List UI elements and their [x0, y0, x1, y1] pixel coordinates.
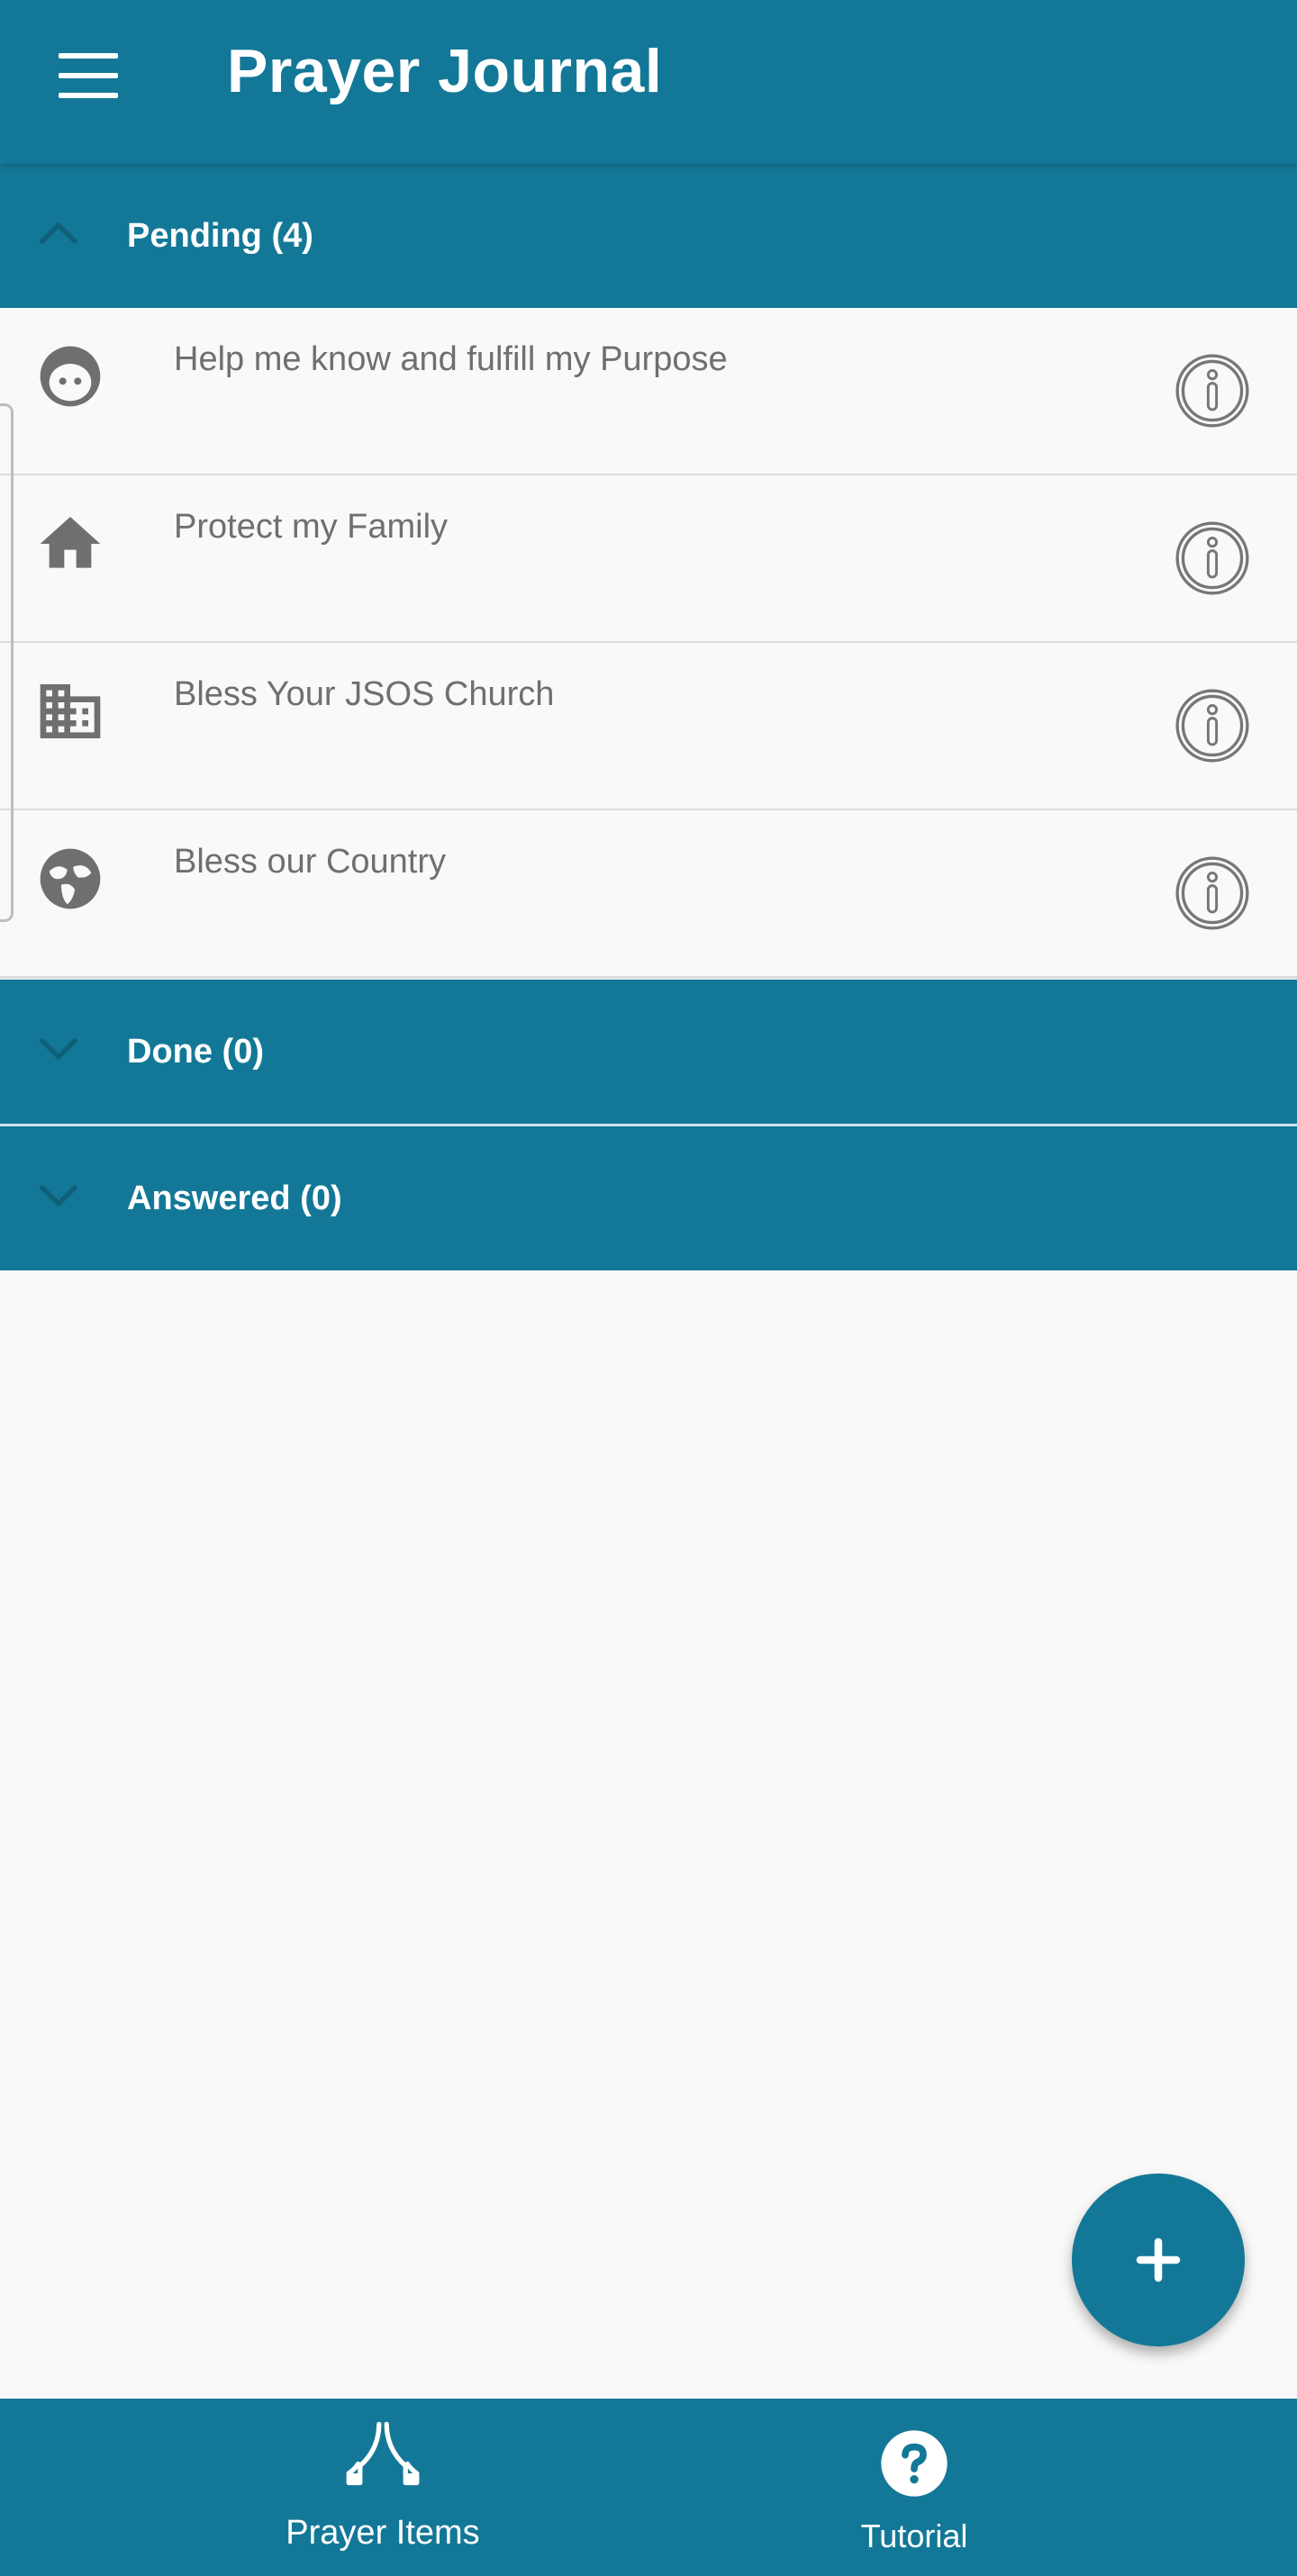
- info-icon[interactable]: [1175, 855, 1250, 931]
- help-circle-icon: [881, 2430, 948, 2497]
- info-icon[interactable]: [1175, 688, 1250, 764]
- drawer-edge-handle[interactable]: [0, 403, 14, 922]
- building-icon: [40, 684, 101, 738]
- list-item[interactable]: Help me know and fulfill my Purpose: [0, 308, 1297, 476]
- chevron-up-icon: [40, 222, 77, 244]
- app-bar: Prayer Journal: [0, 0, 1297, 164]
- section-pending-header[interactable]: Pending (4): [0, 164, 1297, 308]
- section-answered-label: Answered (0): [127, 1180, 342, 1217]
- nav-item-tutorial[interactable]: Tutorial: [775, 2399, 1054, 2576]
- menu-icon-bar-top: [59, 53, 118, 59]
- chevron-down-icon: [40, 1185, 77, 1207]
- face-icon: [40, 346, 101, 407]
- menu-icon-bar-middle: [59, 73, 118, 78]
- app-title: Prayer Journal: [227, 37, 663, 105]
- section-pending-label: Pending (4): [127, 217, 313, 255]
- list-item-text: Bless Your JSOS Church: [174, 675, 555, 713]
- list-item[interactable]: Bless Your JSOS Church: [0, 643, 1297, 811]
- nav-item-prayer-items[interactable]: Prayer Items: [243, 2399, 522, 2576]
- list-item-text: Bless our Country: [174, 843, 447, 881]
- section-answered-header[interactable]: Answered (0): [0, 1126, 1297, 1270]
- info-icon[interactable]: [1175, 353, 1250, 429]
- section-done-header[interactable]: Done (0): [0, 980, 1297, 1126]
- menu-icon-bar-bottom: [59, 93, 118, 98]
- globe-icon: [40, 848, 101, 909]
- praying-hands-icon: [346, 2421, 420, 2486]
- nav-label-tutorial: Tutorial: [860, 2517, 968, 2554]
- list-item-text: Protect my Family: [174, 508, 449, 546]
- menu-button[interactable]: [50, 50, 129, 104]
- info-icon[interactable]: [1175, 520, 1250, 596]
- list-item[interactable]: Protect my Family: [0, 475, 1297, 644]
- nav-label-prayer-items: Prayer Items: [286, 2514, 480, 2552]
- section-done-label: Done (0): [127, 1033, 264, 1071]
- list-item[interactable]: Bless our Country: [0, 810, 1297, 979]
- add-prayer-button[interactable]: [1072, 2174, 1245, 2346]
- plus-icon: [1136, 2237, 1181, 2282]
- home-icon: [40, 517, 101, 568]
- chevron-down-icon: [40, 1038, 77, 1060]
- list-item-text: Help me know and fulfill my Purpose: [174, 340, 728, 378]
